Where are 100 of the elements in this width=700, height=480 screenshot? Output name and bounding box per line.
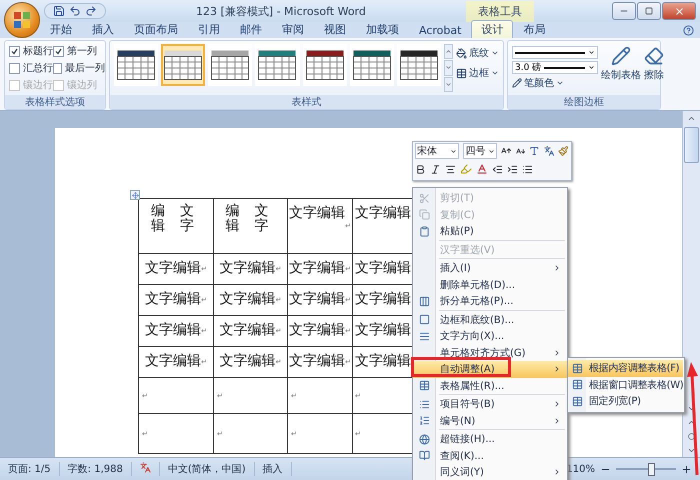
menu-item[interactable]: 编号(N) — [413, 412, 567, 429]
table-style-thumbnail[interactable] — [114, 44, 158, 86]
table-cell-text: 文字编辑 — [220, 321, 276, 339]
menu-item[interactable]: 文字方向(X)... — [413, 328, 567, 344]
table-cell-text: 文字编辑 — [145, 259, 202, 277]
bullets-icon[interactable] — [522, 164, 533, 174]
menu-item[interactable]: 查阅(K)... — [413, 448, 567, 464]
table-style-thumbnail[interactable] — [208, 44, 252, 86]
font-name-dropdown[interactable]: 宋体 — [415, 143, 460, 159]
table-cell-text: 文字编辑 — [289, 352, 346, 370]
borders-button[interactable]: 边框 — [456, 66, 499, 80]
vertical-scrollbar[interactable] — [682, 111, 700, 457]
gallery-down-button[interactable] — [444, 60, 453, 76]
ribbon-tab[interactable]: 设计 — [471, 20, 514, 38]
menu-item[interactable]: 拆分单元格(P)... — [413, 293, 567, 310]
page-count[interactable]: 页面: 1/5 — [0, 462, 60, 476]
menu-item[interactable]: 单元格对齐方式(G) — [413, 344, 567, 361]
menu-item[interactable]: 超链接(H)... — [413, 431, 567, 448]
table-cell-text: 文字编辑 — [289, 259, 346, 277]
menu-item[interactable]: 项目符号(B) — [413, 396, 567, 412]
menu-item[interactable]: 边框和底纹(B)... — [413, 312, 567, 328]
table-style-thumbnail[interactable] — [255, 44, 300, 86]
help-icon[interactable] — [683, 24, 694, 36]
caret-icon — [490, 49, 499, 57]
checkbox[interactable]: 最后一列 — [53, 61, 105, 75]
table-cell-text: 文字编辑 — [289, 321, 346, 339]
ribbon-tab[interactable]: 加载项 — [356, 20, 409, 38]
ribbon-tab[interactable]: 插入 — [82, 20, 124, 38]
table-icon — [572, 362, 582, 374]
table-icon — [572, 379, 582, 390]
scroll-thumb[interactable] — [684, 127, 699, 163]
draw-table-button[interactable]: 绘制表格 — [601, 44, 641, 92]
menu-item[interactable]: 粘贴(P) — [413, 223, 567, 240]
table-cell-text: 文字编辑 — [220, 290, 276, 308]
text-effects-icon[interactable] — [529, 145, 540, 157]
ribbon-tab[interactable]: 布局 — [513, 20, 556, 38]
ribbon-tab[interactable]: Acrobat — [409, 22, 472, 38]
spelling-check-icon[interactable] — [140, 462, 151, 473]
ribbon-tab[interactable]: 页面布局 — [124, 20, 188, 38]
shrink-font-icon[interactable] — [516, 146, 526, 156]
minimize-button[interactable] — [612, 2, 636, 20]
table-style-thumbnail[interactable] — [350, 44, 394, 86]
menu-item[interactable]: 固定列宽(P) — [568, 393, 684, 410]
menu-item[interactable]: 删除单元格(D)... — [413, 276, 567, 293]
checkbox[interactable]: 第一列 — [53, 44, 105, 58]
paint-bucket-icon — [456, 48, 467, 58]
redo-icon[interactable] — [85, 5, 97, 17]
center-align-icon[interactable] — [445, 164, 456, 174]
word-count[interactable]: 字数: 1,988 — [60, 462, 132, 476]
table-cell-text: 文字编辑 — [289, 290, 346, 308]
menu-item[interactable]: 表格属性(R)... — [413, 378, 567, 394]
menu-item[interactable]: 根据窗口调整表格(W) — [568, 376, 684, 393]
menu-item[interactable]: 同义词(Y) — [413, 464, 567, 480]
insert-mode-label[interactable]: 插入 — [254, 462, 292, 476]
close-button[interactable] — [662, 2, 696, 20]
ribbon-tab[interactable]: 开始 — [40, 20, 82, 38]
format-painter-icon[interactable] — [558, 145, 569, 157]
line-sample — [544, 66, 585, 68]
zoom-slider-thumb[interactable] — [648, 462, 655, 476]
columns-icon — [418, 296, 430, 307]
table-style-thumbnail[interactable] — [302, 44, 347, 86]
increase-indent-icon[interactable] — [507, 164, 518, 174]
ribbon-tab[interactable]: 审阅 — [272, 20, 314, 38]
italic-icon[interactable] — [430, 164, 441, 174]
eraser-button[interactable]: 擦除 — [644, 44, 664, 92]
ribbon-tab[interactable]: 视图 — [314, 20, 356, 38]
group-label: 表格样式选项 — [5, 95, 105, 109]
undo-icon[interactable] — [69, 5, 81, 17]
caret-icon — [588, 64, 595, 71]
zoom-percent[interactable]: 110% — [566, 464, 595, 474]
language-label[interactable]: 中文(简体，中国) — [160, 462, 255, 476]
checkbox[interactable]: 标题行 — [9, 44, 53, 58]
zoom-in-icon[interactable] — [681, 464, 692, 474]
ribbon-tab[interactable]: 引用 — [188, 20, 230, 38]
checkbox[interactable]: 汇总行 — [9, 61, 53, 75]
phonetic-guide-icon[interactable] — [544, 145, 554, 157]
menu-item[interactable]: 插入(I) — [413, 260, 567, 276]
browse-object-icon[interactable] — [688, 432, 695, 440]
line-sample — [515, 52, 585, 54]
table-style-thumbnail[interactable] — [161, 44, 206, 86]
table-style-thumbnail[interactable] — [396, 44, 441, 86]
globe-icon — [418, 434, 430, 445]
pencil-icon — [512, 78, 522, 88]
pen-color-button[interactable]: 笔颜色 — [512, 76, 598, 90]
copy-icon — [418, 209, 430, 220]
table-move-handle[interactable] — [130, 190, 140, 200]
font-color-icon[interactable] — [476, 163, 488, 175]
gallery-more-button[interactable] — [444, 76, 453, 92]
shading-button[interactable]: 底纹 — [456, 46, 499, 60]
maximize-button[interactable] — [637, 2, 661, 20]
decrease-indent-icon[interactable] — [492, 164, 503, 174]
save-icon[interactable] — [53, 5, 65, 17]
move-icon — [132, 192, 138, 198]
gallery-up-button[interactable] — [444, 44, 453, 60]
line-style-dropdown[interactable] — [512, 46, 598, 59]
bold-icon[interactable] — [415, 164, 426, 174]
ribbon-tab[interactable]: 邮件 — [230, 20, 272, 38]
font-size-dropdown[interactable]: 四号 — [463, 143, 498, 159]
line-weight-dropdown[interactable]: 3.0 磅 — [512, 61, 598, 74]
menu-item[interactable]: 根据内容调整表格(F) — [568, 360, 684, 376]
